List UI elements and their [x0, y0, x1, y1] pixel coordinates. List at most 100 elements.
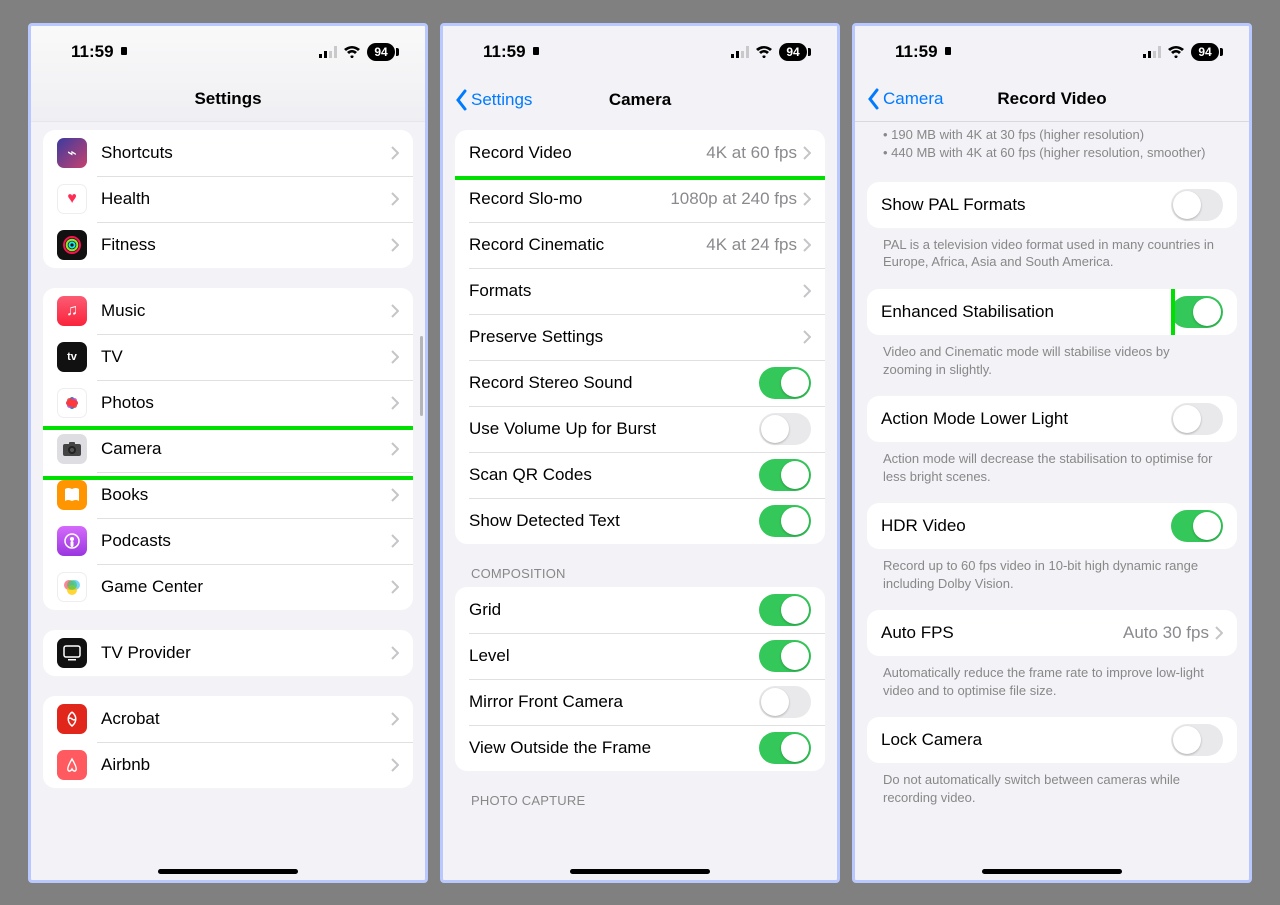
home-indicator[interactable] [158, 869, 298, 874]
tv-icon: tv [57, 342, 87, 372]
footer-hdr: Record up to 60 fps video in 10-bit high… [855, 549, 1249, 596]
row-hdr[interactable]: HDR Video [867, 503, 1237, 549]
group-lock: Lock Camera [867, 717, 1237, 763]
row-outside[interactable]: View Outside the Frame [455, 725, 825, 771]
row-autofps[interactable]: Auto FPS Auto 30 fps [867, 610, 1237, 656]
row-lock[interactable]: Lock Camera [867, 717, 1237, 763]
row-pal[interactable]: Show PAL Formats [867, 182, 1237, 228]
content[interactable]: Record Video 4K at 60 fps Record Slo-mo … [443, 122, 837, 880]
row-level[interactable]: Level [455, 633, 825, 679]
row-volburst[interactable]: Use Volume Up for Burst [455, 406, 825, 452]
toggle-grid[interactable] [759, 594, 811, 626]
cellular-icon [319, 46, 337, 58]
row-label: Music [101, 301, 391, 321]
chevron-icon [391, 304, 399, 318]
storage-info: 190 MB with 4K at 30 fps (higher resolut… [855, 120, 1249, 172]
cellular-icon [1143, 46, 1161, 58]
settings-group-media: ♫ Music tv TV Photos Camera [43, 288, 413, 610]
toggle-action[interactable] [1171, 403, 1223, 435]
footer-autofps: Automatically reduce the frame rate to i… [855, 656, 1249, 703]
toggle-stab[interactable] [1171, 296, 1223, 328]
row-label: Podcasts [101, 531, 391, 551]
group-action: Action Mode Lower Light [867, 396, 1237, 442]
location-icon [530, 42, 542, 62]
chevron-icon [803, 146, 811, 160]
wifi-icon [343, 46, 361, 58]
row-stereo[interactable]: Record Stereo Sound [455, 360, 825, 406]
row-shortcuts[interactable]: ⌁ Shortcuts [43, 130, 413, 176]
toggle-pal[interactable] [1171, 189, 1223, 221]
row-formats[interactable]: Formats [455, 268, 825, 314]
row-label: TV [101, 347, 391, 367]
row-label: Camera [101, 439, 391, 459]
toggle-volburst[interactable] [759, 413, 811, 445]
group-autofps: Auto FPS Auto 30 fps [867, 610, 1237, 656]
toggle-qr[interactable] [759, 459, 811, 491]
row-tvprovider[interactable]: TV Provider [43, 630, 413, 676]
group-pal: Show PAL Formats [867, 182, 1237, 228]
row-preserve[interactable]: Preserve Settings [455, 314, 825, 360]
toggle-hdr[interactable] [1171, 510, 1223, 542]
footer-lock: Do not automatically switch between came… [855, 763, 1249, 810]
row-label: Photos [101, 393, 391, 413]
header-composition: COMPOSITION [443, 544, 837, 587]
content[interactable]: 190 MB with 4K at 30 fps (higher resolut… [855, 120, 1249, 880]
row-label: Enhanced Stabilisation [881, 302, 1171, 322]
row-detected[interactable]: Show Detected Text [455, 498, 825, 544]
row-label: Show Detected Text [469, 511, 759, 531]
chevron-icon [391, 146, 399, 160]
shortcuts-icon: ⌁ [57, 138, 87, 168]
toggle-detected[interactable] [759, 505, 811, 537]
home-indicator[interactable] [982, 869, 1122, 874]
toggle-level[interactable] [759, 640, 811, 672]
content[interactable]: ⌁ Shortcuts ♥ Health Fitness ♫ Music [31, 122, 425, 880]
row-tv[interactable]: tv TV [43, 334, 413, 380]
footer-pal: PAL is a television video format used in… [855, 228, 1249, 275]
chevron-icon [803, 284, 811, 298]
toggle-lock[interactable] [1171, 724, 1223, 756]
books-icon [57, 480, 87, 510]
row-podcasts[interactable]: Podcasts [43, 518, 413, 564]
page-title: Record Video [997, 89, 1106, 109]
scrollbar[interactable] [420, 336, 423, 416]
row-label: Game Center [101, 577, 391, 597]
toggle-stereo[interactable] [759, 367, 811, 399]
row-books[interactable]: Books [43, 472, 413, 518]
row-fitness[interactable]: Fitness [43, 222, 413, 268]
row-label: Books [101, 485, 391, 505]
camera-group-composition: Grid Level Mirror Front Camera View Outs… [455, 587, 825, 771]
camera-group-main: Record Video 4K at 60 fps Record Slo-mo … [455, 130, 825, 544]
chevron-icon [391, 396, 399, 410]
battery-icon: 94 [367, 43, 395, 61]
group-stab: Enhanced Stabilisation [867, 289, 1237, 335]
tvprovider-icon [57, 638, 87, 668]
music-icon: ♫ [57, 296, 87, 326]
row-label: Record Cinematic [469, 235, 706, 255]
home-indicator[interactable] [570, 869, 710, 874]
row-music[interactable]: ♫ Music [43, 288, 413, 334]
row-label: Shortcuts [101, 143, 391, 163]
toggle-mirror[interactable] [759, 686, 811, 718]
chevron-icon [391, 192, 399, 206]
back-button[interactable]: Settings [455, 89, 532, 111]
row-acrobat[interactable]: Acrobat [43, 696, 413, 742]
toggle-outside[interactable] [759, 732, 811, 764]
row-label: Scan QR Codes [469, 465, 759, 485]
row-label: Mirror Front Camera [469, 692, 759, 712]
row-action[interactable]: Action Mode Lower Light [867, 396, 1237, 442]
row-camera[interactable]: Camera [43, 426, 413, 472]
row-mirror[interactable]: Mirror Front Camera [455, 679, 825, 725]
chevron-icon [391, 646, 399, 660]
row-photos[interactable]: Photos [43, 380, 413, 426]
row-qr[interactable]: Scan QR Codes [455, 452, 825, 498]
row-grid[interactable]: Grid [455, 587, 825, 633]
info-line: 190 MB with 4K at 30 fps (higher resolut… [883, 126, 1221, 144]
row-record-slomo[interactable]: Record Slo-mo 1080p at 240 fps [455, 176, 825, 222]
row-airbnb[interactable]: Airbnb [43, 742, 413, 788]
row-stab[interactable]: Enhanced Stabilisation [867, 289, 1237, 335]
row-health[interactable]: ♥ Health [43, 176, 413, 222]
back-button[interactable]: Camera [867, 88, 943, 110]
row-gamecenter[interactable]: Game Center [43, 564, 413, 610]
row-record-cinematic[interactable]: Record Cinematic 4K at 24 fps [455, 222, 825, 268]
row-record-video[interactable]: Record Video 4K at 60 fps [455, 130, 825, 176]
